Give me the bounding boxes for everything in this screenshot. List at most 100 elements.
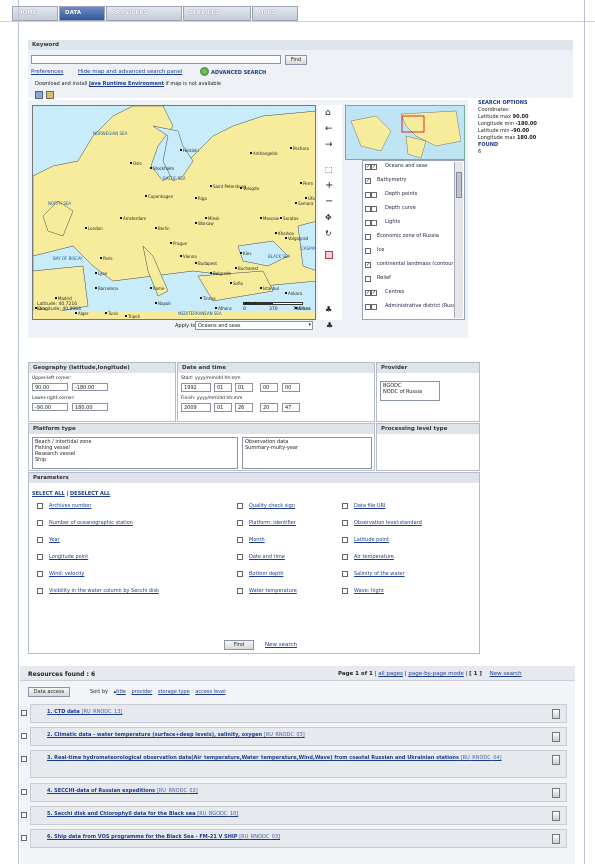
parameter-checkbox[interactable] xyxy=(342,554,348,560)
finish-year-select[interactable]: 2009 xyxy=(181,403,211,412)
parameter-label[interactable]: Data file:URI xyxy=(354,503,385,509)
start-minute-select[interactable]: 00 xyxy=(282,383,300,392)
layer-select-checkbox[interactable] xyxy=(371,304,377,310)
parameter-option[interactable]: Number of oceanographic station xyxy=(37,520,133,526)
parameter-checkbox[interactable] xyxy=(237,554,243,560)
lower-right-lon-input[interactable]: 180.00 xyxy=(72,403,108,411)
start-year-select[interactable]: 1992 xyxy=(181,383,211,392)
layer-item[interactable]: ✓ ✓ Centres xyxy=(363,287,464,301)
layers-scroll-thumb[interactable] xyxy=(456,172,462,198)
document-icon[interactable] xyxy=(552,834,560,844)
parameter-label[interactable]: Wave: hight xyxy=(354,588,384,594)
java-link[interactable]: Java Runtime Environment xyxy=(89,81,164,87)
parameter-checkbox[interactable] xyxy=(37,588,43,594)
layer-item[interactable]: Economic zone of Russia xyxy=(363,231,464,245)
parameter-checkbox[interactable] xyxy=(237,503,243,509)
parameter-option[interactable]: Wave: hight xyxy=(342,588,384,594)
print-icon[interactable] xyxy=(46,91,54,99)
layer-select-checkbox[interactable]: ✓ xyxy=(371,164,377,170)
parameter-label[interactable]: Longitude point xyxy=(49,554,88,560)
sort-storage[interactable]: storage type xyxy=(158,689,190,695)
apply-to-select[interactable]: Oceans and seas ▾ xyxy=(195,321,313,330)
home-icon[interactable]: ⌂ xyxy=(325,109,331,118)
advanced-search-link[interactable]: ADVANCED SEARCH xyxy=(211,70,266,76)
parameter-checkbox[interactable] xyxy=(342,571,348,577)
parameter-checkbox[interactable] xyxy=(237,588,243,594)
results-new-search-link[interactable]: New search xyxy=(490,671,522,677)
start-day-select[interactable]: 01 xyxy=(235,383,253,392)
document-icon[interactable] xyxy=(552,788,560,798)
layer-visibility-checkbox[interactable] xyxy=(365,234,371,240)
parameter-option[interactable]: Water temperature xyxy=(237,588,297,594)
layer-item[interactable]: Depth points xyxy=(363,189,464,203)
layer-item[interactable]: Administrative district (Russia) xyxy=(363,301,464,315)
parameter-option[interactable]: Platform: identifier xyxy=(237,520,296,526)
finish-day-select[interactable]: 26 xyxy=(235,403,253,412)
result-checkbox[interactable] xyxy=(21,733,27,739)
parameter-label[interactable]: Water temperature xyxy=(249,588,297,594)
parameter-label[interactable]: Date and time xyxy=(249,554,285,560)
parameter-option[interactable]: Latitude point xyxy=(342,537,389,543)
finish-hour-select[interactable]: 20 xyxy=(260,403,278,412)
result-title-link[interactable]: 5. Secchi disk and Chlorophyll data for … xyxy=(47,811,196,817)
parameter-label[interactable]: Wind: velocity xyxy=(49,571,84,577)
zoom-in-icon[interactable]: + xyxy=(325,181,333,191)
result-title-link[interactable]: 1. CTD data xyxy=(47,709,80,715)
pan-icon[interactable]: ✥ xyxy=(325,213,332,222)
layers-scrollbar[interactable] xyxy=(454,162,463,318)
parameter-label[interactable]: Bottom depth xyxy=(249,571,283,577)
layer-item[interactable]: Lights xyxy=(363,217,464,231)
parameter-option[interactable]: Salinity of the water xyxy=(342,571,405,577)
provider-item[interactable]: NODC of Russia xyxy=(383,389,437,395)
result-checkbox[interactable] xyxy=(21,835,27,841)
parameter-checkbox[interactable] xyxy=(37,520,43,526)
result-checkbox[interactable] xyxy=(21,789,27,795)
observation-list[interactable]: Observation data Summary-multy-year xyxy=(242,437,372,469)
layer-select-checkbox[interactable] xyxy=(371,206,377,212)
page-mode-link[interactable]: page-by-page mode xyxy=(408,671,463,677)
result-title-link[interactable]: 2. Climatic data - water temperature (su… xyxy=(47,732,262,738)
parameter-option[interactable]: Data file:URI xyxy=(342,503,385,509)
parameter-option[interactable]: Quality check sign xyxy=(237,503,295,509)
parameter-label[interactable]: Salinity of the water xyxy=(354,571,405,577)
start-hour-select[interactable]: 00 xyxy=(260,383,278,392)
refresh-icon[interactable]: ↻ xyxy=(325,229,332,238)
parameter-checkbox[interactable] xyxy=(37,537,43,543)
parameter-option[interactable]: Wind: velocity xyxy=(37,571,84,577)
parameter-label[interactable]: Quality check sign xyxy=(249,503,295,509)
parameter-option[interactable]: Visibility in the water column by Secchi… xyxy=(37,588,159,594)
layer-visibility-checkbox[interactable]: ✓ xyxy=(365,262,371,268)
parameter-checkbox[interactable] xyxy=(237,520,243,526)
parameter-label[interactable]: Platform: identifier xyxy=(249,520,296,526)
tree-icon[interactable]: ♣ xyxy=(325,305,332,314)
parameter-checkbox[interactable] xyxy=(342,520,348,526)
forward-arrow-icon[interactable]: → xyxy=(325,141,333,150)
parameter-checkbox[interactable] xyxy=(342,588,348,594)
platform-list[interactable]: Beach / intertidal zone Fishing vessel R… xyxy=(32,437,238,469)
all-pages-link[interactable]: all pages xyxy=(378,671,403,677)
parameter-label[interactable]: Observation level:standard xyxy=(354,520,422,526)
layer-visibility-checkbox[interactable]: ✓ xyxy=(365,178,371,184)
result-title-link[interactable]: 3. Real-time hydrometeorological observa… xyxy=(47,755,459,761)
parameter-option[interactable]: Archives number xyxy=(37,503,91,509)
hide-map-link[interactable]: Hide map and advanced search panel xyxy=(78,69,182,75)
parameter-option[interactable]: Date and time xyxy=(237,554,285,560)
result-title-link[interactable]: 4. SECCHI-data of Russian expeditions xyxy=(47,788,155,794)
back-arrow-icon[interactable]: ← xyxy=(325,125,333,134)
keyword-input[interactable] xyxy=(31,55,281,64)
parameter-label[interactable]: Air temperature xyxy=(354,554,394,560)
zoom-out-icon[interactable]: − xyxy=(325,197,333,207)
parameter-checkbox[interactable] xyxy=(237,537,243,543)
layer-select-checkbox[interactable] xyxy=(371,192,377,198)
layer-item[interactable]: Ice xyxy=(363,245,464,259)
erase-icon[interactable] xyxy=(325,251,333,259)
finish-minute-select[interactable]: 47 xyxy=(282,403,300,412)
parameter-checkbox[interactable] xyxy=(342,503,348,509)
layer-item[interactable]: ✓ ✓ Oceans and seas xyxy=(363,161,464,175)
parameter-label[interactable]: Visibility in the water column by Secchi… xyxy=(49,588,159,594)
parameter-checkbox[interactable] xyxy=(37,503,43,509)
upper-left-lon-input[interactable]: -180.00 xyxy=(72,383,108,391)
parameter-label[interactable]: Month xyxy=(249,537,265,543)
select-icon[interactable]: ⬚ xyxy=(325,165,333,174)
parameter-option[interactable]: Year xyxy=(37,537,60,543)
